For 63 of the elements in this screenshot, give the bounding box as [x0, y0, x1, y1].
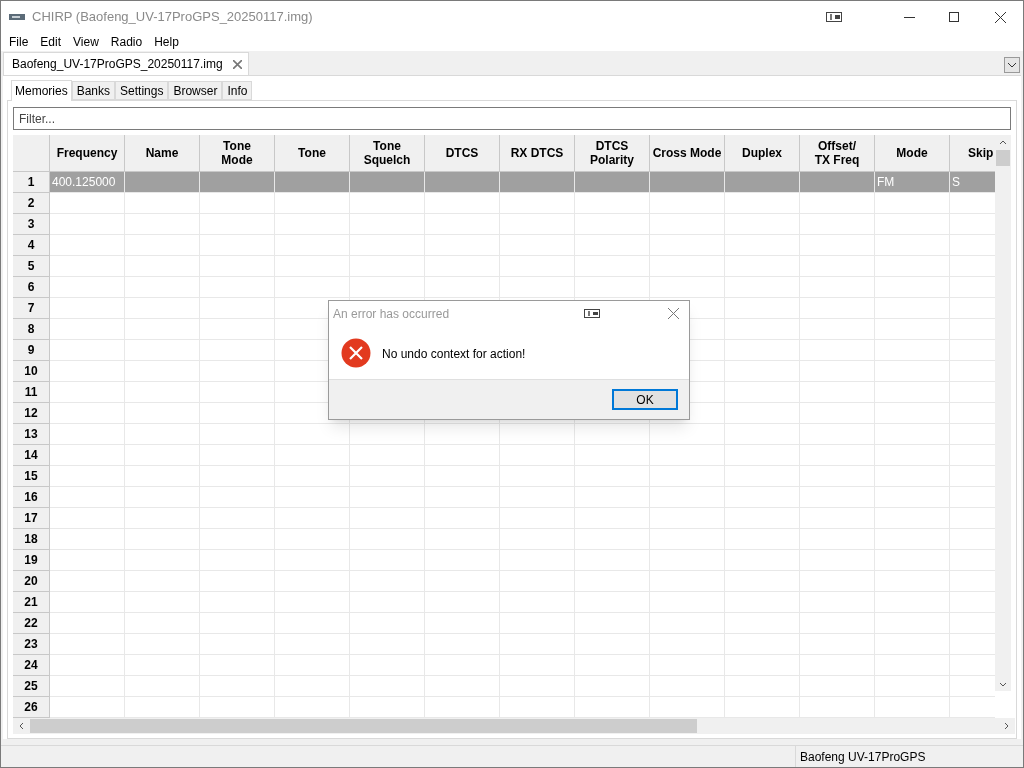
row-header[interactable]: 18 — [13, 529, 50, 550]
chevron-right-icon[interactable] — [1004, 722, 1009, 730]
tab[interactable]: Settings — [115, 81, 169, 100]
row-header[interactable]: 26 — [13, 697, 50, 718]
chevron-down-icon[interactable] — [999, 682, 1008, 687]
row-header[interactable]: 12 — [13, 403, 50, 424]
row-header[interactable]: 13 — [13, 424, 50, 445]
menu-item[interactable]: File — [3, 33, 35, 51]
menu-item[interactable]: View — [67, 33, 105, 51]
maximize-icon[interactable] — [949, 12, 959, 22]
tab[interactable]: Info — [222, 81, 253, 100]
tab[interactable]: Browser — [168, 81, 223, 100]
row-header[interactable]: 22 — [13, 613, 50, 634]
tab[interactable]: Banks — [71, 81, 116, 100]
tab[interactable]: Memories — [11, 80, 72, 101]
ok-button[interactable]: OK — [612, 389, 678, 410]
row-header[interactable]: 21 — [13, 592, 50, 613]
row-header[interactable]: 20 — [13, 571, 50, 592]
menu-item[interactable]: Help — [148, 33, 185, 51]
chevron-up-icon[interactable] — [999, 140, 1008, 145]
row-header[interactable]: 24 — [13, 655, 50, 676]
row-header[interactable]: 9 — [13, 340, 50, 361]
error-message: No undo context for action! — [382, 346, 526, 363]
row-header[interactable]: 8 — [13, 319, 50, 340]
window-icon[interactable] — [584, 309, 600, 318]
row-header[interactable]: 10 — [13, 361, 50, 382]
menu-item[interactable]: Edit — [34, 33, 68, 51]
table-cell: 400.125000 — [50, 172, 125, 193]
minimize-icon[interactable] — [904, 16, 915, 18]
row-header[interactable]: 16 — [13, 487, 50, 508]
vertical-scrollbar[interactable] — [995, 135, 1011, 691]
row-header[interactable]: 15 — [13, 466, 50, 487]
app-icon — [9, 14, 25, 20]
tab-list-button[interactable] — [1004, 57, 1020, 73]
window-icon[interactable] — [826, 12, 842, 22]
close-icon[interactable] — [995, 11, 1006, 23]
row-header[interactable]: 25 — [13, 676, 50, 697]
chevron-left-icon[interactable] — [19, 722, 24, 730]
status-text: Baofeng UV-17ProGPS — [800, 748, 926, 766]
row-header[interactable]: 14 — [13, 445, 50, 466]
dialog-title: An error has occurred — [333, 305, 450, 323]
row-header[interactable]: 23 — [13, 634, 50, 655]
row-header[interactable]: 3 — [13, 214, 50, 235]
file-tab[interactable]: Baofeng_UV-17ProGPS_20250117.img — [3, 52, 249, 75]
row-header[interactable]: 5 — [13, 256, 50, 277]
row-header[interactable]: 1 — [13, 172, 50, 193]
table-cell: FM — [875, 172, 950, 193]
horizontal-scrollbar[interactable] — [13, 718, 1015, 734]
window-title: CHIRP (Baofeng_UV-17ProGPS_20250117.img) — [32, 8, 313, 27]
row-header[interactable]: 17 — [13, 508, 50, 529]
error-icon — [341, 338, 371, 368]
filter-field[interactable]: Filter... — [13, 107, 1011, 130]
row-header[interactable]: 6 — [13, 277, 50, 298]
row-header[interactable]: 11 — [13, 382, 50, 403]
table-cell: S — [950, 172, 996, 193]
chevron-down-icon — [1007, 62, 1017, 68]
row-header[interactable]: 19 — [13, 550, 50, 571]
row-header[interactable]: 2 — [13, 193, 50, 214]
scrollbar-thumb[interactable] — [30, 719, 697, 733]
row-header[interactable]: 4 — [13, 235, 50, 256]
row-header[interactable]: 7 — [13, 298, 50, 319]
scrollbar-thumb[interactable] — [996, 150, 1011, 166]
menu-item[interactable]: Radio — [104, 33, 149, 51]
